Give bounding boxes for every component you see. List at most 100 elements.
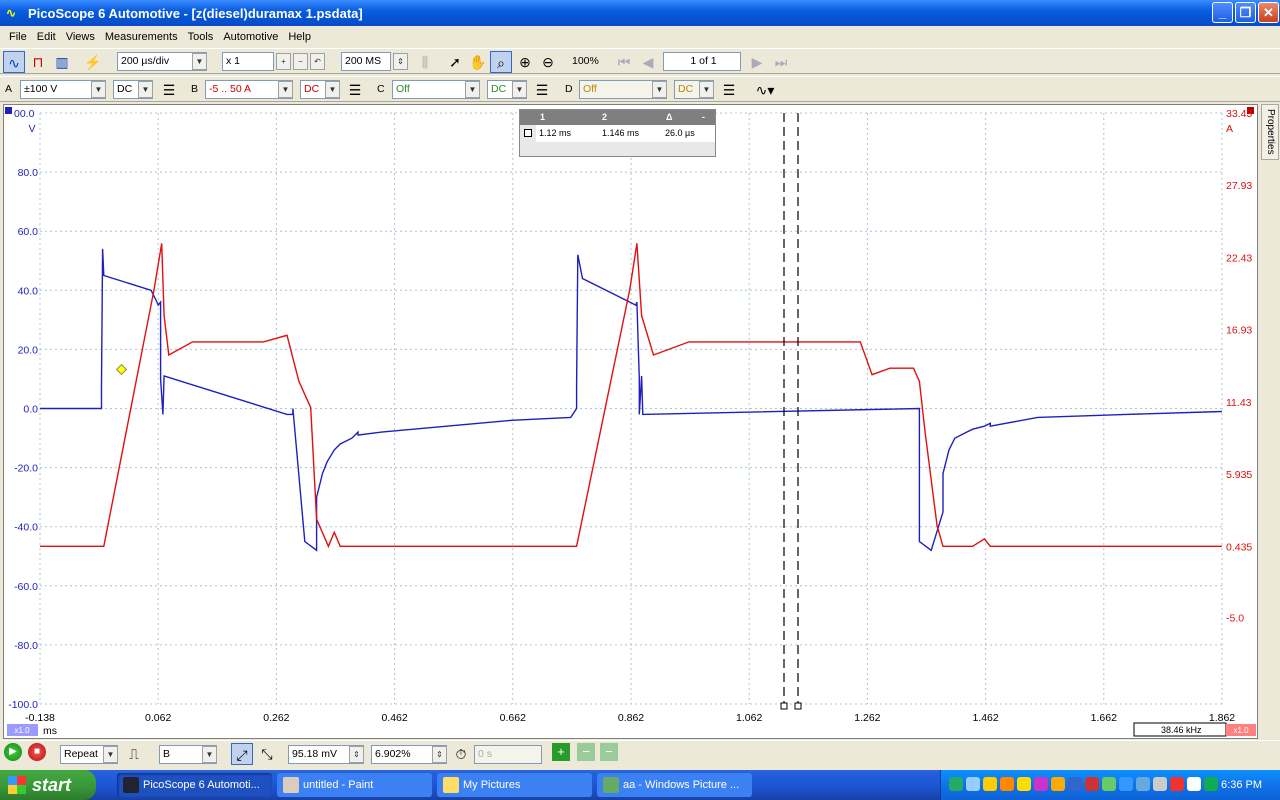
tray-icon[interactable] <box>1068 777 1082 791</box>
properties-tab[interactable]: Properties <box>1261 104 1279 160</box>
tray-icon[interactable] <box>1136 777 1150 791</box>
tray-icon[interactable] <box>1017 777 1031 791</box>
first-page-icon[interactable]: ⏮ <box>613 51 635 73</box>
pretrigger-spinner-icon[interactable]: ⇕ <box>432 746 447 763</box>
threshold-spinner-icon[interactable]: ⇕ <box>349 746 364 763</box>
tray-icon[interactable] <box>983 777 997 791</box>
edit-measurement-icon[interactable]: − <box>577 743 595 761</box>
hand-tool-icon[interactable]: ✋ <box>467 51 489 73</box>
tray-icon[interactable] <box>1187 777 1201 791</box>
stop-capture-icon[interactable]: ■ <box>28 743 46 761</box>
zoom-out-step-icon[interactable]: − <box>293 53 308 70</box>
channel-b-options-icon[interactable]: ☰ <box>344 79 366 101</box>
window-title: PicoScope 6 Automotive - [z(diesel)duram… <box>28 5 363 21</box>
post-trigger-icon[interactable]: ⏱ <box>450 743 472 765</box>
chevron-down-icon[interactable]: ▼ <box>138 81 153 98</box>
chevron-down-icon[interactable]: ▼ <box>103 746 118 763</box>
task-picoscope[interactable]: PicoScope 6 Automoti... <box>117 773 272 797</box>
tray-icon[interactable] <box>1170 777 1184 791</box>
chevron-down-icon[interactable]: ▼ <box>278 81 293 98</box>
add-measurement-icon[interactable]: + <box>552 743 570 761</box>
tray-icon[interactable] <box>1119 777 1133 791</box>
folder-task-icon <box>443 777 459 793</box>
menu-tools[interactable]: Tools <box>188 31 214 43</box>
channel-a-options-icon[interactable]: ☰ <box>158 79 180 101</box>
task-my-pictures[interactable]: My Pictures <box>437 773 592 797</box>
auto-setup-icon[interactable]: ⚡ <box>82 51 104 73</box>
falling-edge-icon[interactable]: ⤡ <box>256 743 278 765</box>
zoom-reset-icon[interactable]: ↶ <box>310 53 325 70</box>
tray-icon[interactable] <box>1034 777 1048 791</box>
paint-task-icon <box>283 777 299 793</box>
zoom-tool-icon[interactable]: ⌕ <box>490 51 512 73</box>
last-page-icon[interactable]: ⏭ <box>770 51 792 73</box>
next-page-icon[interactable]: ▶ <box>746 51 768 73</box>
advanced-trigger-icon[interactable]: ⎍ <box>124 743 144 765</box>
chevron-down-icon[interactable]: ▼ <box>91 81 106 98</box>
persistence-mode-icon[interactable]: ⊓ <box>27 51 49 73</box>
chevron-down-icon[interactable]: ▼ <box>652 81 667 98</box>
system-tray: 6:36 PM <box>940 770 1280 800</box>
ruler-2-handle[interactable] <box>794 702 802 710</box>
zoom-in-step-icon[interactable]: + <box>276 53 291 70</box>
left-axis-tick: -60.0 <box>14 581 38 593</box>
chevron-down-icon[interactable]: ▼ <box>465 81 480 98</box>
task-paint[interactable]: untitled - Paint <box>277 773 432 797</box>
ruler-1-handle[interactable] <box>780 702 788 710</box>
right-axis-tick: -5.0 <box>1226 613 1244 625</box>
channel-c-label: C <box>377 83 385 95</box>
math-channels-icon[interactable]: ∿▾ <box>748 79 782 101</box>
close-button[interactable]: ✕ <box>1258 2 1279 23</box>
menu-measurements[interactable]: Measurements <box>105 31 178 43</box>
tray-icon[interactable] <box>1085 777 1099 791</box>
menu-file[interactable]: File <box>9 31 27 43</box>
tray-icon[interactable] <box>1051 777 1065 791</box>
zoom-out-icon[interactable]: ⊖ <box>537 51 559 73</box>
samples-spinner-icon[interactable]: ⇕ <box>393 53 408 70</box>
zoom-percent[interactable]: 100% <box>568 52 606 71</box>
tray-icon[interactable] <box>966 777 980 791</box>
chevron-down-icon[interactable]: ▼ <box>325 81 340 98</box>
chevron-down-icon[interactable]: ▼ <box>192 53 207 70</box>
left-axis-handle[interactable] <box>5 107 12 114</box>
right-axis-tick: 0.435 <box>1226 541 1252 553</box>
ruler-value-2: 1.146 ms <box>602 128 640 138</box>
channel-d-options-icon[interactable]: ☰ <box>718 79 740 101</box>
zoom-in-icon[interactable]: ⊕ <box>514 51 536 73</box>
task-label: PicoScope 6 Automoti... <box>143 779 260 791</box>
page-indicator[interactable]: 1 of 1 <box>663 52 741 71</box>
zoom-factor-field[interactable]: x 1 <box>222 52 274 71</box>
menu-edit[interactable]: Edit <box>37 31 56 43</box>
chevron-down-icon[interactable]: ▼ <box>512 81 527 98</box>
title-bar: ∿ PicoScope 6 Automotive - [z(diesel)dur… <box>0 0 1280 26</box>
ruler-row-checkbox[interactable] <box>524 129 532 137</box>
start-button[interactable]: start <box>0 770 96 800</box>
menu-views[interactable]: Views <box>66 31 95 43</box>
tray-icon[interactable] <box>949 777 963 791</box>
tray-icon[interactable] <box>1204 777 1218 791</box>
tray-icon[interactable] <box>1000 777 1014 791</box>
menu-automotive[interactable]: Automotive <box>223 31 278 43</box>
windows-logo-icon <box>8 776 26 794</box>
left-axis-tick: -20.0 <box>14 463 38 475</box>
minimize-button[interactable]: _ <box>1212 2 1233 23</box>
samples-field[interactable]: 200 MS <box>341 52 391 71</box>
chevron-down-icon[interactable]: ▼ <box>699 81 714 98</box>
spectrum-mode-icon[interactable]: ▥ <box>51 51 73 73</box>
menu-bar: File Edit Views Measurements Tools Autom… <box>0 28 1280 46</box>
delete-measurement-icon[interactable]: − <box>600 743 618 761</box>
start-capture-icon[interactable]: ▶ <box>4 743 22 761</box>
channel-c-options-icon[interactable]: ☰ <box>531 79 553 101</box>
menu-help[interactable]: Help <box>288 31 311 43</box>
task-picture-viewer[interactable]: aa - Windows Picture ... <box>597 773 752 797</box>
trigger-delay-field[interactable]: 0 s <box>474 745 542 764</box>
scope-view[interactable]: V A x1.0 ms 38.46 kHz x1.0 00.0 80.0 60.0 4… <box>3 104 1258 739</box>
chevron-down-icon[interactable]: ▼ <box>202 746 217 763</box>
tray-icon[interactable] <box>1153 777 1167 791</box>
tray-icon[interactable] <box>1102 777 1116 791</box>
rising-edge-icon[interactable]: ⤢ <box>231 743 253 765</box>
prev-page-icon[interactable]: ◀ <box>637 51 659 73</box>
pointer-tool-icon[interactable]: ➚ <box>444 51 466 73</box>
scope-mode-icon[interactable]: ∿ <box>3 51 25 73</box>
maximize-button[interactable]: ❐ <box>1235 2 1256 23</box>
